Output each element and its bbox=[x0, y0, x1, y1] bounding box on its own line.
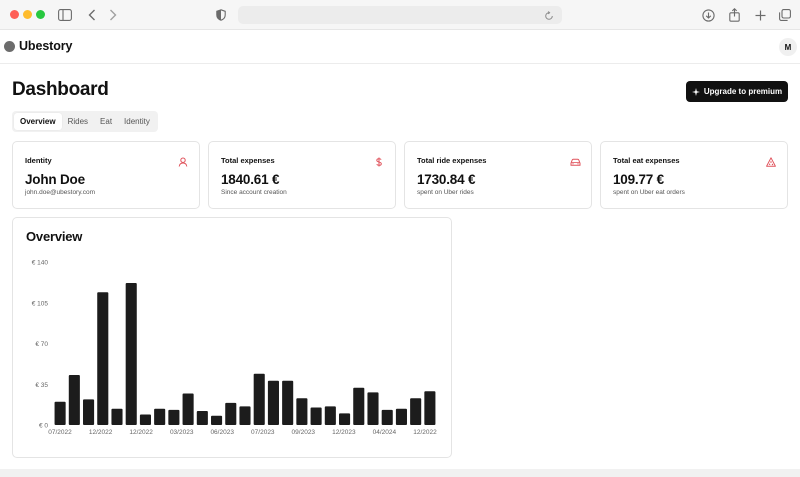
card-label: Total eat expenses bbox=[613, 156, 680, 165]
minimize-window-button[interactable] bbox=[23, 10, 32, 19]
chart-bar[interactable] bbox=[111, 408, 123, 425]
overview-chart-card: € 0 € 35 € 70 € 105 € 140 07/2022 12/2022 12/20… bbox=[12, 217, 452, 458]
chart-bar[interactable] bbox=[54, 401, 66, 425]
card-value: 1840.61 € bbox=[221, 172, 280, 187]
tab-rides[interactable]: Rides bbox=[62, 113, 94, 130]
share-icon[interactable] bbox=[725, 6, 743, 24]
chart-bar[interactable] bbox=[353, 387, 365, 425]
x-axis-tick-label: 12/2022 bbox=[129, 429, 153, 436]
back-icon[interactable] bbox=[83, 6, 101, 24]
chart-bar[interactable] bbox=[339, 413, 351, 425]
chart-bar[interactable] bbox=[239, 406, 251, 425]
new-tab-icon[interactable] bbox=[751, 6, 769, 24]
car-icon bbox=[570, 154, 581, 166]
download-icon[interactable] bbox=[699, 6, 717, 24]
chart-bar[interactable] bbox=[68, 374, 80, 425]
chart-bar[interactable] bbox=[324, 406, 336, 425]
user-icon bbox=[178, 154, 188, 167]
x-axis-tick-label: 12/2023 bbox=[332, 429, 356, 436]
total-expenses-card: Total expenses 1840.61 € Since account c… bbox=[208, 141, 396, 209]
chart-bar[interactable] bbox=[395, 408, 407, 425]
brand-logo[interactable] bbox=[4, 41, 15, 52]
address-bar[interactable] bbox=[238, 6, 562, 24]
y-axis-tick-label: € 105 bbox=[32, 300, 49, 307]
card-value: 109.77 € bbox=[613, 172, 664, 187]
reload-icon[interactable] bbox=[544, 8, 558, 22]
chart-bar[interactable] bbox=[182, 393, 194, 425]
upgrade-label: Upgrade to premium bbox=[703, 87, 783, 96]
card-subtext: Since account creation bbox=[221, 189, 287, 196]
forward-icon[interactable] bbox=[104, 6, 122, 24]
card-subtext: spent on Uber rides bbox=[417, 189, 474, 196]
sparkle-icon bbox=[691, 87, 700, 96]
upgrade-button[interactable]: Upgrade to premium bbox=[686, 81, 788, 102]
chart-bar[interactable] bbox=[381, 409, 393, 425]
card-value: John Doe bbox=[25, 172, 85, 187]
chart-bar[interactable] bbox=[225, 402, 237, 425]
total-eat-expenses-card: Total eat expenses 109.77 € spent on Ube… bbox=[600, 141, 788, 209]
chart-bar[interactable] bbox=[196, 411, 208, 425]
overview-bar-chart: € 0 € 35 € 70 € 105 € 140 07/2022 12/2022 12/20… bbox=[32, 260, 437, 437]
chart-bar[interactable] bbox=[211, 415, 223, 425]
close-window-button[interactable] bbox=[10, 10, 19, 19]
zoom-window-button[interactable] bbox=[36, 10, 45, 19]
y-axis-tick-label: € 35 bbox=[35, 382, 48, 389]
chart-bar[interactable] bbox=[296, 398, 308, 425]
y-axis-tick-label: € 140 bbox=[32, 260, 49, 267]
chart-title: Overview bbox=[26, 229, 83, 244]
y-axis-tick-label: € 70 bbox=[35, 341, 48, 348]
tab-overview[interactable]: Overview bbox=[14, 113, 62, 130]
tabs-icon[interactable] bbox=[776, 6, 794, 24]
x-axis-tick-label: 07/2023 bbox=[251, 429, 275, 436]
chart-bar[interactable] bbox=[310, 407, 322, 425]
chart-bar[interactable] bbox=[168, 409, 180, 425]
card-label: Total ride expenses bbox=[417, 156, 487, 165]
x-axis-tick-label: 06/2023 bbox=[210, 429, 234, 436]
tab-eat[interactable]: Eat bbox=[94, 113, 118, 130]
chart-bar[interactable] bbox=[424, 391, 436, 425]
card-subtext: spent on Uber eat orders bbox=[613, 189, 685, 196]
chart-bar[interactable] bbox=[253, 373, 265, 425]
avatar[interactable]: M bbox=[779, 38, 797, 56]
card-subtext: john.doe@ubestory.com bbox=[25, 189, 96, 196]
page-footer-strip bbox=[0, 469, 800, 477]
tab-bar: Overview Rides Eat Identity bbox=[12, 111, 158, 132]
brand-name[interactable]: Ubestory bbox=[19, 39, 72, 53]
card-value: 1730.84 € bbox=[417, 172, 476, 187]
x-axis-tick-label: 09/2023 bbox=[292, 429, 316, 436]
tab-identity[interactable]: Identity bbox=[118, 113, 156, 130]
chart-bar[interactable] bbox=[139, 414, 151, 425]
identity-card: Identity John Doe john.doe@ubestory.com bbox=[12, 141, 200, 209]
x-axis-tick-label: 04/2024 bbox=[373, 429, 397, 436]
page-title: Dashboard bbox=[12, 79, 109, 100]
shield-icon[interactable] bbox=[212, 6, 230, 24]
chart-bar[interactable] bbox=[154, 408, 166, 425]
x-axis-tick-label: 12/2022 bbox=[413, 429, 437, 436]
card-label: Identity bbox=[25, 156, 52, 165]
sidebar-icon[interactable] bbox=[56, 6, 74, 24]
chart-bar[interactable] bbox=[83, 399, 95, 425]
chart-bar[interactable] bbox=[410, 398, 422, 425]
pizza-icon bbox=[766, 154, 776, 167]
x-axis-tick-label: 12/2022 bbox=[89, 429, 113, 436]
dollar-icon bbox=[374, 154, 384, 167]
card-label: Total expenses bbox=[221, 156, 275, 165]
x-axis-tick-label: 03/2023 bbox=[170, 429, 194, 436]
chart-bar[interactable] bbox=[125, 282, 137, 425]
chart-bar[interactable] bbox=[367, 392, 379, 425]
x-axis-tick-label: 07/2022 bbox=[48, 429, 72, 436]
chart-bar[interactable] bbox=[282, 380, 294, 425]
y-axis-tick-label: € 0 bbox=[39, 423, 48, 430]
app-header: Ubestory M bbox=[0, 30, 800, 64]
total-ride-expenses-card: Total ride expenses 1730.84 € spent on U… bbox=[404, 141, 592, 209]
chart-bar[interactable] bbox=[267, 380, 279, 425]
chart-bar[interactable] bbox=[97, 292, 109, 425]
browser-toolbar bbox=[0, 0, 800, 30]
